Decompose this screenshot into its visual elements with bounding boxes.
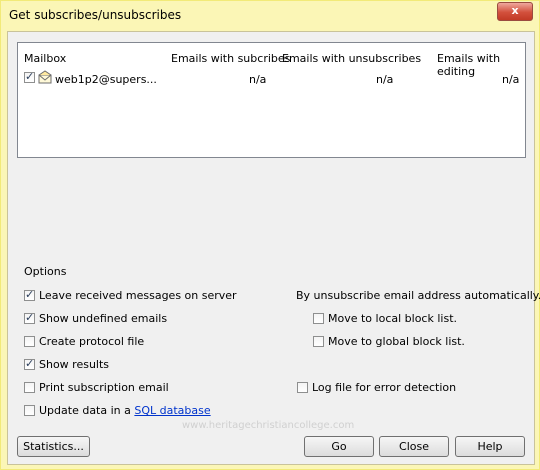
go-button[interactable]: Go <box>304 436 374 457</box>
column-header-mailbox[interactable]: Mailbox <box>24 52 66 65</box>
move-global-label[interactable]: Move to global block list. <box>328 335 465 348</box>
leave-messages-label[interactable]: Leave received messages on server <box>39 289 237 302</box>
print-subscription-checkbox[interactable] <box>24 382 35 393</box>
window-close-button[interactable]: x <box>497 2 533 21</box>
dialog-window: Get subscribes/unsubscribes x Mailbox Em… <box>0 0 540 470</box>
mailbox-name: web1p2@supers... <box>55 73 157 86</box>
log-error-label[interactable]: Log file for error detection <box>312 381 456 394</box>
column-header-subscribes[interactable]: Emails with subcribes <box>171 52 290 65</box>
move-global-checkbox[interactable] <box>313 336 324 347</box>
create-protocol-checkbox[interactable] <box>24 336 35 347</box>
unsubscribes-count: n/a <box>376 73 394 86</box>
editing-count: n/a <box>502 73 520 86</box>
watermark-text: www.heritagechristiancollege.com <box>182 420 355 431</box>
mailbox-icon <box>38 70 52 84</box>
unsubscribe-heading: By unsubscribe email address automatical… <box>296 289 540 302</box>
mailbox-row-checkbox[interactable] <box>24 70 35 83</box>
show-undefined-checkbox[interactable] <box>24 311 35 324</box>
options-title: Options <box>24 265 67 278</box>
statistics-button[interactable]: Statistics... <box>17 436 90 457</box>
move-local-label[interactable]: Move to local block list. <box>328 312 457 325</box>
move-local-checkbox[interactable] <box>313 313 324 324</box>
column-header-unsubscribes[interactable]: Emails with unsubscribes <box>282 52 421 65</box>
subscribes-count: n/a <box>249 73 267 86</box>
show-results-checkbox[interactable] <box>24 357 35 370</box>
window-title: Get subscribes/unsubscribes <box>9 8 182 22</box>
log-error-checkbox[interactable] <box>297 382 308 393</box>
close-icon: x <box>511 4 519 17</box>
help-button[interactable]: Help <box>455 436 525 457</box>
dialog-client-area: Mailbox Emails with subcribes Emails wit… <box>7 31 540 465</box>
show-undefined-label[interactable]: Show undefined emails <box>39 312 167 325</box>
show-results-label[interactable]: Show results <box>39 358 109 371</box>
update-sql-text: Update data in a <box>39 404 135 417</box>
sql-database-link[interactable]: SQL database <box>134 404 210 417</box>
title-bar[interactable]: Get subscribes/unsubscribes x <box>1 1 539 31</box>
create-protocol-label[interactable]: Create protocol file <box>39 335 144 348</box>
close-button[interactable]: Close <box>379 436 449 457</box>
mailbox-list[interactable]: Mailbox Emails with subcribes Emails wit… <box>17 42 526 158</box>
update-sql-label[interactable]: Update data in a SQL database <box>39 404 211 417</box>
leave-messages-checkbox[interactable] <box>24 288 35 301</box>
update-sql-checkbox[interactable] <box>24 405 35 416</box>
print-subscription-label[interactable]: Print subscription email <box>39 381 169 394</box>
